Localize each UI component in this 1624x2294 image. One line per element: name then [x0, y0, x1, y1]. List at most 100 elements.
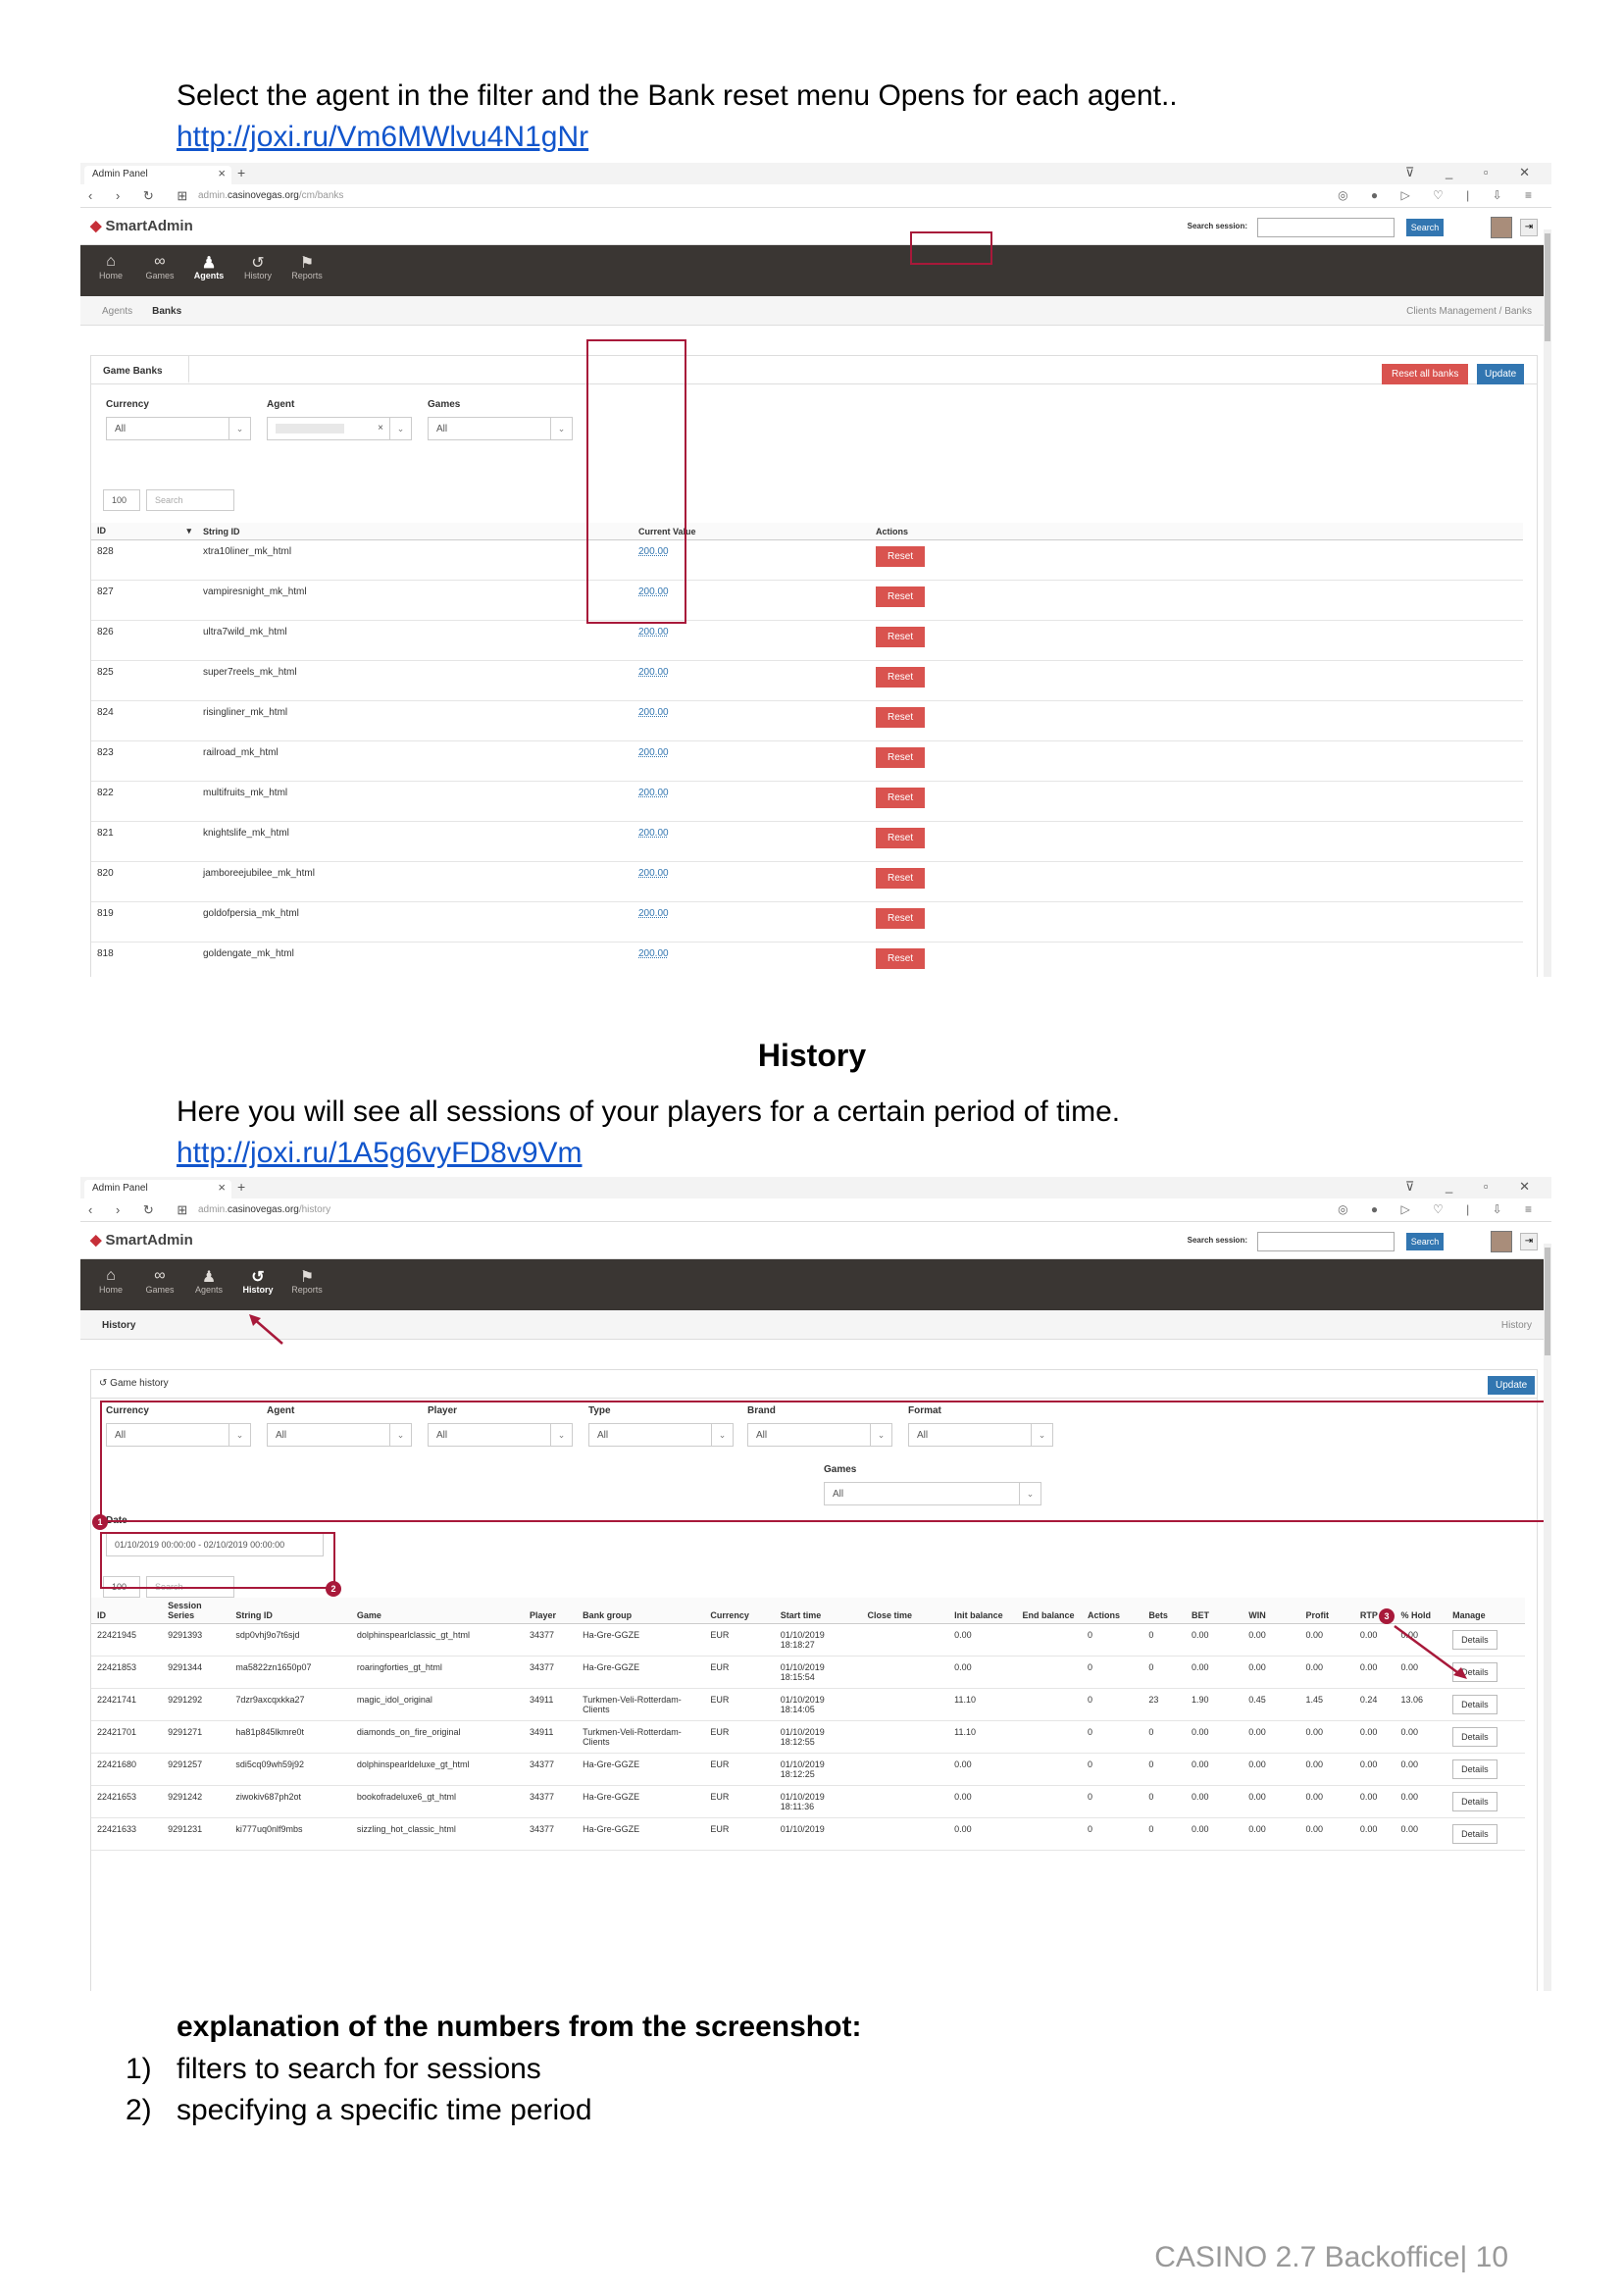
cell-current-value[interactable]: 200.00 [633, 700, 870, 741]
browser-toolbar-icons[interactable]: ◎ ● ▷ ♡ | ⇩ ≡ [1338, 1202, 1542, 1216]
page-size-select[interactable]: 100 [103, 489, 140, 511]
col-close-time[interactable]: Close time [861, 1598, 949, 1624]
reset-button[interactable]: Reset [876, 828, 926, 848]
menu-games[interactable]: ∞ Games [135, 245, 184, 296]
reset-button[interactable]: Reset [876, 546, 926, 567]
cell-current-value[interactable]: 200.00 [633, 740, 870, 782]
col-init-balance[interactable]: Init balance [948, 1598, 1017, 1624]
close-tab-icon[interactable]: × [218, 1180, 226, 1195]
menu-history[interactable]: ↺ History [233, 1259, 282, 1310]
close-tab-icon[interactable]: × [218, 166, 226, 180]
reset-button[interactable]: Reset [876, 667, 926, 688]
col--hold[interactable]: % Hold [1395, 1598, 1447, 1624]
cell-current-value[interactable]: 200.00 [633, 901, 870, 943]
browser-tab[interactable]: Admin Panel × [84, 166, 231, 184]
col-string-id[interactable]: String ID [197, 523, 633, 540]
cell-current-value[interactable]: 200.00 [633, 821, 870, 862]
scrollbar[interactable] [1544, 1244, 1551, 1991]
col-manage[interactable]: Manage [1446, 1598, 1525, 1624]
details-button[interactable]: Details [1452, 1824, 1497, 1844]
col-actions[interactable]: Actions [1081, 1598, 1143, 1624]
reset-button[interactable]: Reset [876, 586, 926, 607]
col-id[interactable]: ID [91, 1598, 163, 1624]
section2-link[interactable]: http://joxi.ru/1A5g6vyFD8v9Vm [177, 1134, 583, 1173]
reset-button[interactable]: Reset [876, 868, 926, 889]
reset-button[interactable]: Reset [876, 707, 926, 728]
filter-agent-select[interactable]: × ⌄ [267, 417, 412, 440]
filter-currency-select[interactable]: All ⌄ [106, 417, 251, 440]
panel-tab-game-banks[interactable]: Game Banks [91, 356, 189, 383]
filter-agent-label: Agent [267, 399, 295, 410]
address-bar[interactable]: ‹ › ↻ ⊞ admin.casinovegas.org/history ◎ … [80, 1198, 1551, 1222]
col-bet[interactable]: BET [1186, 1598, 1243, 1624]
subnav-agents[interactable]: Agents [102, 306, 132, 317]
cell-current-value[interactable]: 200.00 [633, 620, 870, 661]
col-session-series[interactable]: Session Series [162, 1598, 230, 1624]
window-controls[interactable]: ⊽ _ ▫ ✕ [1405, 165, 1544, 180]
col-start-time[interactable]: Start time [774, 1598, 862, 1624]
col-bank-group[interactable]: Bank group [577, 1598, 705, 1624]
menu-games[interactable]: ∞ Games [135, 1259, 184, 1310]
menu-home[interactable]: ⌂ Home [86, 1259, 135, 1310]
menu-history[interactable]: ↺ History [233, 245, 282, 296]
menu-agents[interactable]: ♟ Agents [184, 245, 233, 296]
cell: 34377 [523, 1623, 578, 1657]
logout-icon[interactable]: ⇥ [1520, 1233, 1538, 1250]
app-logo[interactable]: ◆ SmartAdmin [90, 217, 197, 234]
filter-games-select[interactable]: All ⌄ [428, 417, 573, 440]
search-button[interactable]: Search [1406, 219, 1444, 236]
cell: 34377 [523, 1817, 578, 1851]
menu-home[interactable]: ⌂ Home [86, 245, 135, 296]
col-bets[interactable]: Bets [1142, 1598, 1187, 1624]
subnav-history[interactable]: History [102, 1320, 135, 1331]
reset-button[interactable]: Reset [876, 788, 926, 808]
details-button[interactable]: Details [1452, 1727, 1497, 1747]
col-currency[interactable]: Currency [704, 1598, 775, 1624]
reset-button[interactable]: Reset [876, 747, 926, 768]
update-button[interactable]: Update [1488, 1376, 1536, 1395]
subnav-banks[interactable]: Banks [152, 306, 181, 317]
search-session-input[interactable] [1257, 218, 1395, 237]
browser-tab[interactable]: Admin Panel × [84, 1180, 231, 1198]
avatar[interactable] [1491, 217, 1512, 238]
details-button[interactable]: Details [1452, 1695, 1497, 1714]
reset-button[interactable]: Reset [876, 948, 926, 969]
menu-reports[interactable]: ⚑ Reports [282, 245, 331, 296]
nav-icons[interactable]: ‹ › ↻ ⊞ [88, 188, 197, 204]
app-logo[interactable]: ◆ SmartAdmin [90, 1231, 197, 1249]
reset-all-banks-button[interactable]: Reset all banks [1382, 364, 1469, 384]
reset-button[interactable]: Reset [876, 908, 926, 929]
browser-toolbar-icons[interactable]: ◎ ● ▷ ♡ | ⇩ ≡ [1338, 188, 1542, 202]
col-id[interactable]: ID ▾ [91, 523, 197, 540]
menu-reports[interactable]: ⚑ Reports [282, 1259, 331, 1310]
search-session-input[interactable] [1257, 1232, 1395, 1251]
cell-current-value[interactable]: 200.00 [633, 861, 870, 902]
col-player[interactable]: Player [523, 1598, 578, 1624]
section1-link[interactable]: http://joxi.ru/Vm6MWlvu4N1gNr [177, 118, 588, 157]
table-search-input[interactable]: Search [146, 489, 234, 511]
col-game[interactable]: Game [350, 1598, 524, 1624]
new-tab-icon[interactable]: + [237, 165, 245, 180]
menu-agents[interactable]: ♟ Agents [184, 1259, 233, 1310]
cell-current-value[interactable]: 200.00 [633, 660, 870, 701]
col-profit[interactable]: Profit [1299, 1598, 1354, 1624]
col-end-balance[interactable]: End balance [1016, 1598, 1082, 1624]
nav-icons[interactable]: ‹ › ↻ ⊞ [88, 1202, 197, 1218]
details-button[interactable]: Details [1452, 1792, 1497, 1811]
cell-current-value[interactable]: 200.00 [633, 781, 870, 822]
avatar[interactable] [1491, 1231, 1512, 1252]
cell: EUR [704, 1753, 775, 1786]
window-controls[interactable]: ⊽ _ ▫ ✕ [1405, 1179, 1544, 1195]
search-button[interactable]: Search [1406, 1233, 1444, 1250]
col-string-id[interactable]: String ID [229, 1598, 351, 1624]
details-button[interactable]: Details [1452, 1759, 1497, 1779]
new-tab-icon[interactable]: + [237, 1179, 245, 1195]
cell: Ha-Gre-GGZE [577, 1817, 705, 1851]
address-bar[interactable]: ‹ › ↻ ⊞ admin.casinovegas.org/cm/banks ◎… [80, 184, 1551, 208]
reset-button[interactable]: Reset [876, 627, 926, 647]
col-win[interactable]: WIN [1243, 1598, 1300, 1624]
update-button[interactable]: Update [1477, 364, 1525, 384]
cell-current-value[interactable]: 200.00 [633, 942, 870, 977]
logout-icon[interactable]: ⇥ [1520, 219, 1538, 236]
scrollbar[interactable] [1544, 229, 1551, 977]
